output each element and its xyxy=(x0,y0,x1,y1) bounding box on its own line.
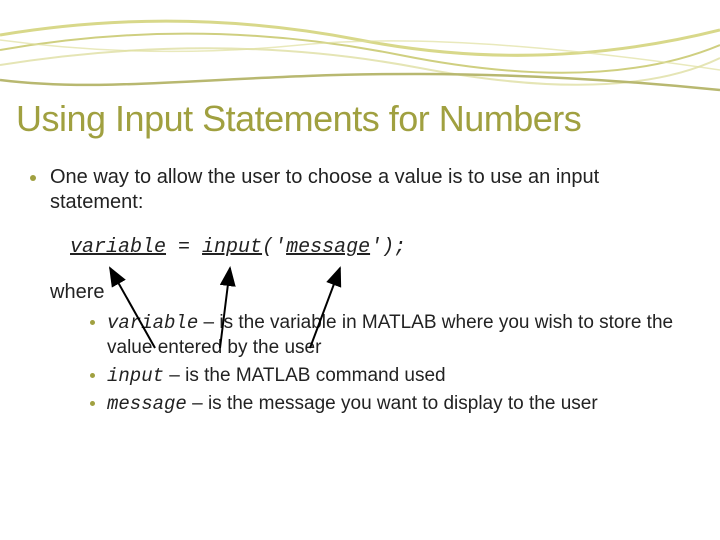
item-text: input – is the MATLAB command used xyxy=(107,364,446,389)
code-open: (' xyxy=(262,236,286,259)
item-term: variable xyxy=(107,312,198,334)
bullet-icon xyxy=(30,175,36,181)
item-text: message – is the message you want to dis… xyxy=(107,392,598,417)
code-message: message xyxy=(286,236,370,259)
code-eq: = xyxy=(166,236,202,259)
code-example: variable = input('message'); xyxy=(70,235,690,260)
item-sep: – xyxy=(164,365,185,386)
intro-bullet: One way to allow the user to choose a va… xyxy=(30,165,690,215)
where-label: where xyxy=(50,280,690,305)
bullet-icon xyxy=(90,401,95,406)
item-term: input xyxy=(107,365,164,387)
slide-title: Using Input Statements for Numbers xyxy=(16,98,704,140)
slide-body: One way to allow the user to choose a va… xyxy=(30,165,690,421)
list-item: message – is the message you want to dis… xyxy=(90,392,690,417)
bullet-icon xyxy=(90,320,95,325)
code-variable: variable xyxy=(70,236,166,259)
bullet-icon xyxy=(90,373,95,378)
list-item: variable – is the variable in MATLAB whe… xyxy=(90,311,690,360)
intro-text: One way to allow the user to choose a va… xyxy=(50,165,690,215)
list-item: input – is the MATLAB command used xyxy=(90,364,690,389)
item-text: variable – is the variable in MATLAB whe… xyxy=(107,311,690,360)
item-sep: – xyxy=(198,312,219,333)
item-desc: is the message you want to display to th… xyxy=(208,393,598,414)
item-desc: is the MATLAB command used xyxy=(185,365,445,386)
code-close: '); xyxy=(370,236,406,259)
header-swoosh xyxy=(0,0,720,110)
code-input-fn: input xyxy=(202,236,262,259)
definition-list: variable – is the variable in MATLAB whe… xyxy=(90,311,690,417)
item-sep: – xyxy=(187,393,208,414)
item-term: message xyxy=(107,393,187,415)
